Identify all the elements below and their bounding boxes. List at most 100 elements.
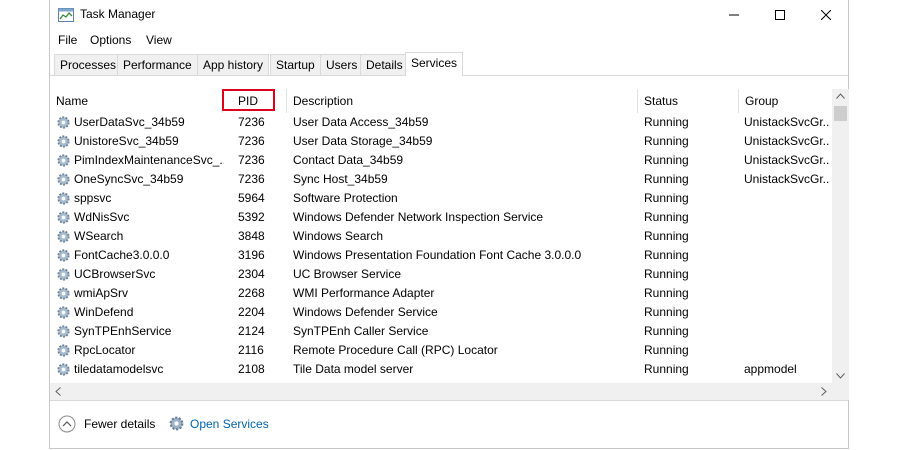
service-group <box>744 227 830 246</box>
service-group: UnistackSvcGr... <box>744 115 830 129</box>
maximize-button[interactable] <box>757 0 803 30</box>
fewer-details-button[interactable]: Fewer details <box>58 415 155 433</box>
service-group <box>744 341 830 360</box>
service-status: Running <box>644 248 689 262</box>
service-status: Running <box>644 229 689 243</box>
service-status: Running <box>644 191 689 205</box>
tab-services[interactable]: Services <box>405 52 464 76</box>
service-gear-icon <box>57 306 70 319</box>
minimize-button[interactable] <box>711 0 757 30</box>
menu-view[interactable]: View <box>146 33 172 47</box>
service-name: FontCache3.0.0.0 <box>74 248 170 262</box>
service-description: Sync Host_34b59 <box>293 172 388 186</box>
service-description: SynTPEnh Caller Service <box>293 324 429 338</box>
service-status: Running <box>644 115 689 129</box>
table-row[interactable]: wmiApSrv 2268 WMI Performance Adapter Runni… <box>50 284 832 303</box>
service-status: Running <box>644 324 689 338</box>
table-row[interactable]: FontCache3.0.0.0 3196 Windows Presentation… <box>50 246 832 265</box>
service-name: SynTPEnhService <box>74 324 172 338</box>
service-name: tiledatamodelsvc <box>74 362 164 376</box>
service-name: WdNisSvc <box>74 210 130 224</box>
service-description: Tile Data model server <box>293 362 414 376</box>
close-button[interactable] <box>803 0 849 30</box>
service-description: UC Browser Service <box>293 267 402 281</box>
service-gear-icon <box>57 268 70 281</box>
column-header-group[interactable]: Group <box>739 89 832 113</box>
service-status: Running <box>644 172 689 186</box>
service-gear-icon <box>57 230 70 243</box>
scroll-right-icon[interactable] <box>821 387 827 396</box>
service-status: Running <box>644 286 689 300</box>
tab-performance[interactable]: Performance <box>117 54 198 75</box>
service-description: Windows Presentation Foundation Font Cac… <box>293 248 582 262</box>
service-name: UnistoreSvc_34b59 <box>74 134 179 148</box>
service-group <box>744 284 830 303</box>
service-pid: 2108 <box>238 362 265 376</box>
table-row[interactable]: UnistoreSvc_34b59 7236 User Data Storage_3… <box>50 132 832 151</box>
footer-bar: Fewer details Open Services <box>50 400 848 450</box>
tab-processes[interactable]: Processes <box>54 54 123 75</box>
table-row[interactable]: WdNisSvc 5392 Windows Defender Network Ins… <box>50 208 832 227</box>
service-description: Software Protection <box>293 191 398 205</box>
service-pid: 5964 <box>238 191 265 205</box>
service-group <box>744 189 830 208</box>
service-name: WSearch <box>74 229 124 243</box>
services-panel: Name PID Description Status Group UserDa… <box>50 75 849 400</box>
table-row[interactable]: OneSyncSvc_34b59 7236 Sync Host_34b59 Runni… <box>50 170 832 189</box>
scrollbar-thumb[interactable] <box>834 106 847 121</box>
table-row[interactable]: SynTPEnhService 2124 SynTPEnh Caller Servi… <box>50 322 832 341</box>
horizontal-scrollbar[interactable] <box>50 383 849 400</box>
tab-app-history[interactable]: App history <box>197 54 270 75</box>
open-services-label: Open Services <box>190 416 269 431</box>
maximize-icon <box>775 10 785 20</box>
table-row[interactable]: sppsvc 5964 Software Protection Running <box>50 189 832 208</box>
service-name: RpcLocator <box>74 343 136 357</box>
service-description: Windows Defender Service <box>293 305 438 319</box>
scroll-left-icon[interactable] <box>55 387 61 396</box>
service-gear-icon <box>57 135 70 148</box>
table-row[interactable]: tiledatamodelsvc 2108 Tile Data model serv… <box>50 360 832 379</box>
service-pid: 3196 <box>238 248 265 262</box>
table-row[interactable]: RpcLocator 2116 Remote Procedure Call (RPC… <box>50 341 832 360</box>
task-manager-window: Task Manager File Options View Processes… <box>49 0 849 449</box>
chevron-up-circle-icon <box>58 415 76 433</box>
service-gear-icon <box>57 344 70 357</box>
service-description: Remote Procedure Call (RPC) Locator <box>293 343 498 357</box>
vertical-scrollbar[interactable] <box>832 89 849 386</box>
scroll-down-icon[interactable] <box>836 373 845 379</box>
column-header-description[interactable]: Description <box>287 89 637 113</box>
service-name: sppsvc <box>74 191 112 205</box>
service-gear-icon <box>57 249 70 262</box>
tab-users[interactable]: Users <box>320 54 364 75</box>
column-header-status[interactable]: Status <box>638 89 738 113</box>
table-row[interactable]: UserDataSvc_34b59 7236 User Data Access_34… <box>50 113 832 132</box>
service-status: Running <box>644 267 689 281</box>
table-row[interactable]: UCBrowserSvc 2304 UC Browser Service Runnin… <box>50 265 832 284</box>
service-pid: 2204 <box>238 305 265 319</box>
table-row[interactable]: WinDefend 2204 Windows Defender Service Run… <box>50 303 832 322</box>
service-gear-icon <box>57 116 70 129</box>
service-gear-icon <box>57 173 70 186</box>
service-group: appmodel <box>744 362 797 376</box>
service-pid: 2304 <box>238 267 265 281</box>
menu-file[interactable]: File <box>58 33 77 47</box>
service-gear-icon <box>57 363 70 376</box>
service-name: WinDefend <box>74 305 134 319</box>
tab-details[interactable]: Details <box>360 54 409 75</box>
title-bar[interactable]: Task Manager <box>50 0 848 30</box>
task-manager-icon <box>58 8 74 22</box>
menu-bar: File Options View <box>50 30 848 50</box>
menu-options[interactable]: Options <box>90 33 131 47</box>
service-name: OneSyncSvc_34b59 <box>74 172 184 186</box>
table-row[interactable]: PimIndexMaintenanceSvc_... 7236 Contact Da… <box>50 151 832 170</box>
table-row[interactable]: WSearch 3848 Windows Search Running <box>50 227 832 246</box>
column-header-name[interactable]: Name <box>50 89 222 113</box>
scroll-up-icon[interactable] <box>836 93 845 99</box>
tab-startup[interactable]: Startup <box>270 54 321 75</box>
service-gear-icon <box>57 154 70 167</box>
service-description: Windows Search <box>293 229 384 243</box>
service-name: wmiApSrv <box>74 286 129 300</box>
open-services-link[interactable]: Open Services <box>168 415 269 432</box>
service-status: Running <box>644 153 689 167</box>
service-description: User Data Storage_34b59 <box>293 134 433 148</box>
